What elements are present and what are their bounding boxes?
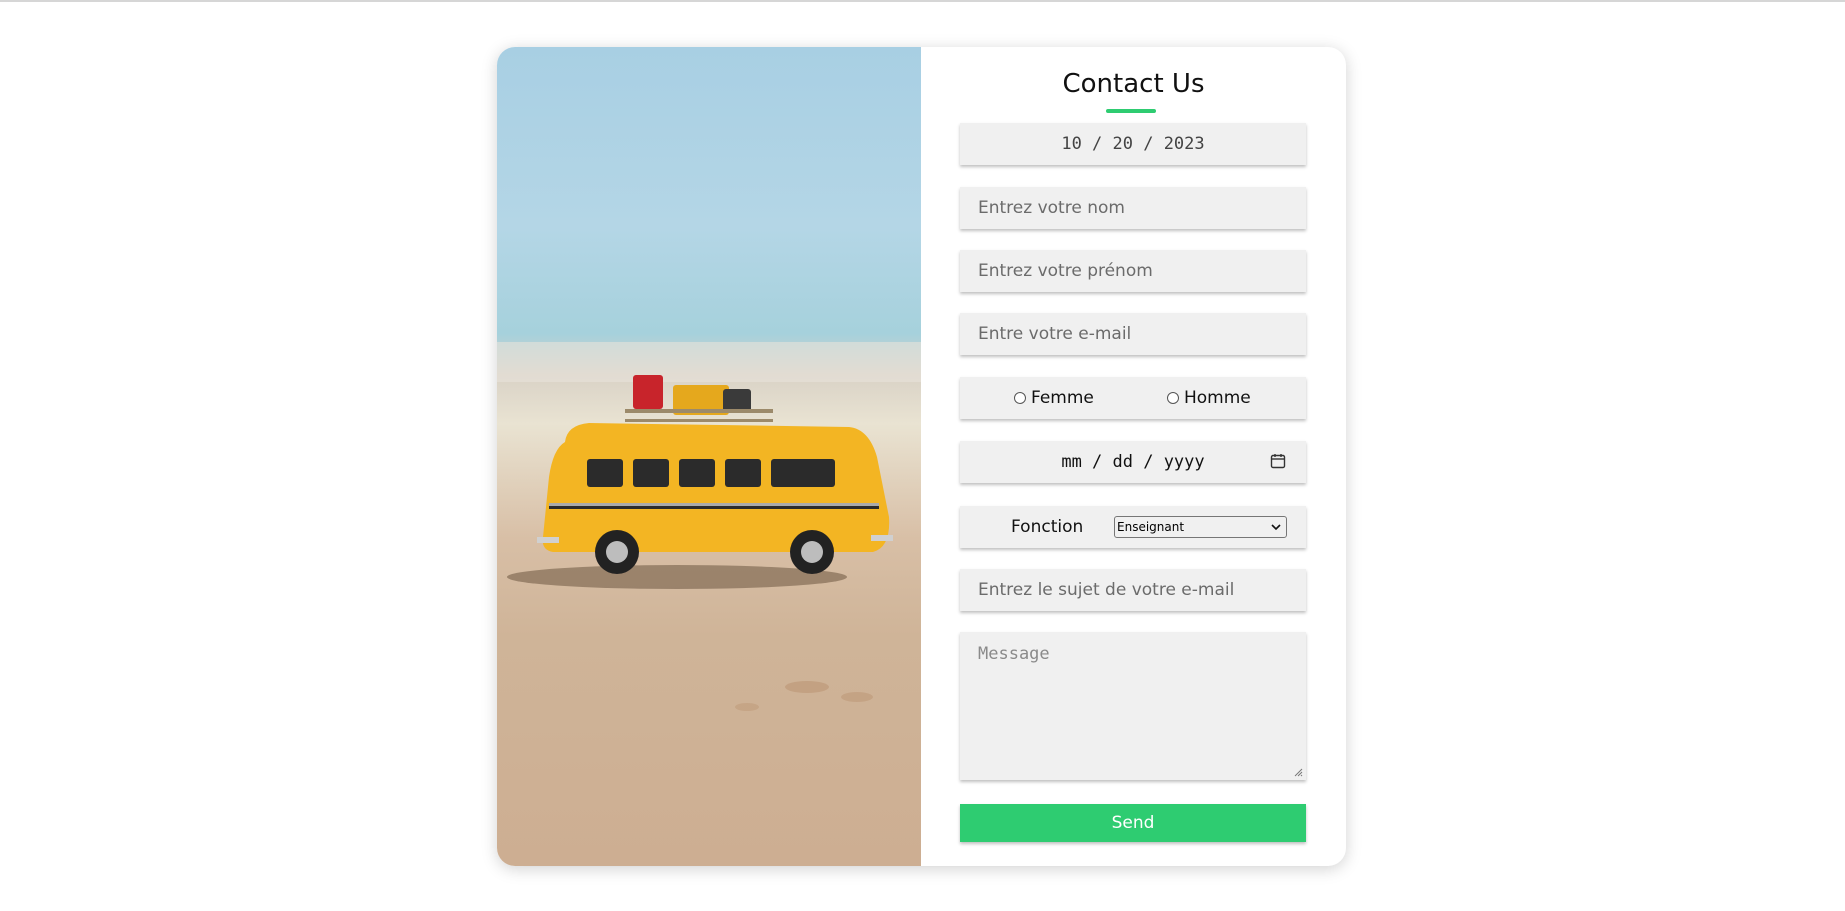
radio-femme-label: Femme — [1031, 388, 1094, 408]
date-value: 10 / 20 / 2023 — [1061, 134, 1205, 154]
birthdate-field[interactable]: mm / dd / yyyy — [960, 441, 1306, 483]
subject-field[interactable] — [960, 569, 1306, 611]
contact-form: Contact Us 10 / 20 / 2023 Femme Homme m — [921, 47, 1346, 866]
email-input[interactable] — [960, 313, 1306, 355]
radio-circle-icon[interactable] — [1167, 392, 1179, 404]
date-field[interactable]: 10 / 20 / 2023 — [960, 123, 1306, 165]
nom-field[interactable] — [960, 187, 1306, 229]
fonction-field: Fonction Enseignant — [960, 506, 1306, 548]
toy-van-beach-photo — [497, 47, 921, 866]
message-field[interactable] — [960, 632, 1306, 780]
send-button[interactable]: Send — [960, 804, 1306, 842]
browser-top-border — [0, 0, 1845, 2]
radio-homme[interactable]: Homme — [1167, 377, 1251, 419]
fonction-select[interactable]: Enseignant — [1114, 516, 1287, 538]
radio-homme-label: Homme — [1184, 388, 1251, 408]
radio-circle-icon[interactable] — [1014, 392, 1026, 404]
birthdate-value: mm / dd / yyyy — [1061, 452, 1205, 472]
fonction-label: Fonction — [1011, 517, 1084, 537]
nom-input[interactable] — [960, 187, 1306, 229]
gender-field: Femme Homme — [960, 377, 1306, 419]
subject-input[interactable] — [960, 569, 1306, 611]
chevron-down-icon — [1271, 524, 1281, 531]
fonction-selected-value: Enseignant — [1117, 520, 1185, 534]
form-title: Contact Us — [1062, 69, 1205, 99]
contact-card: Contact Us 10 / 20 / 2023 Femme Homme m — [497, 47, 1346, 866]
calendar-icon[interactable] — [1270, 453, 1286, 469]
title-underline — [1106, 109, 1156, 113]
prenom-input[interactable] — [960, 250, 1306, 292]
toy-van-illustration — [497, 342, 921, 711]
radio-femme[interactable]: Femme — [1014, 377, 1094, 419]
resize-grip-icon[interactable] — [1293, 767, 1303, 777]
prenom-field[interactable] — [960, 250, 1306, 292]
email-field[interactable] — [960, 313, 1306, 355]
message-textarea[interactable] — [960, 632, 1306, 780]
